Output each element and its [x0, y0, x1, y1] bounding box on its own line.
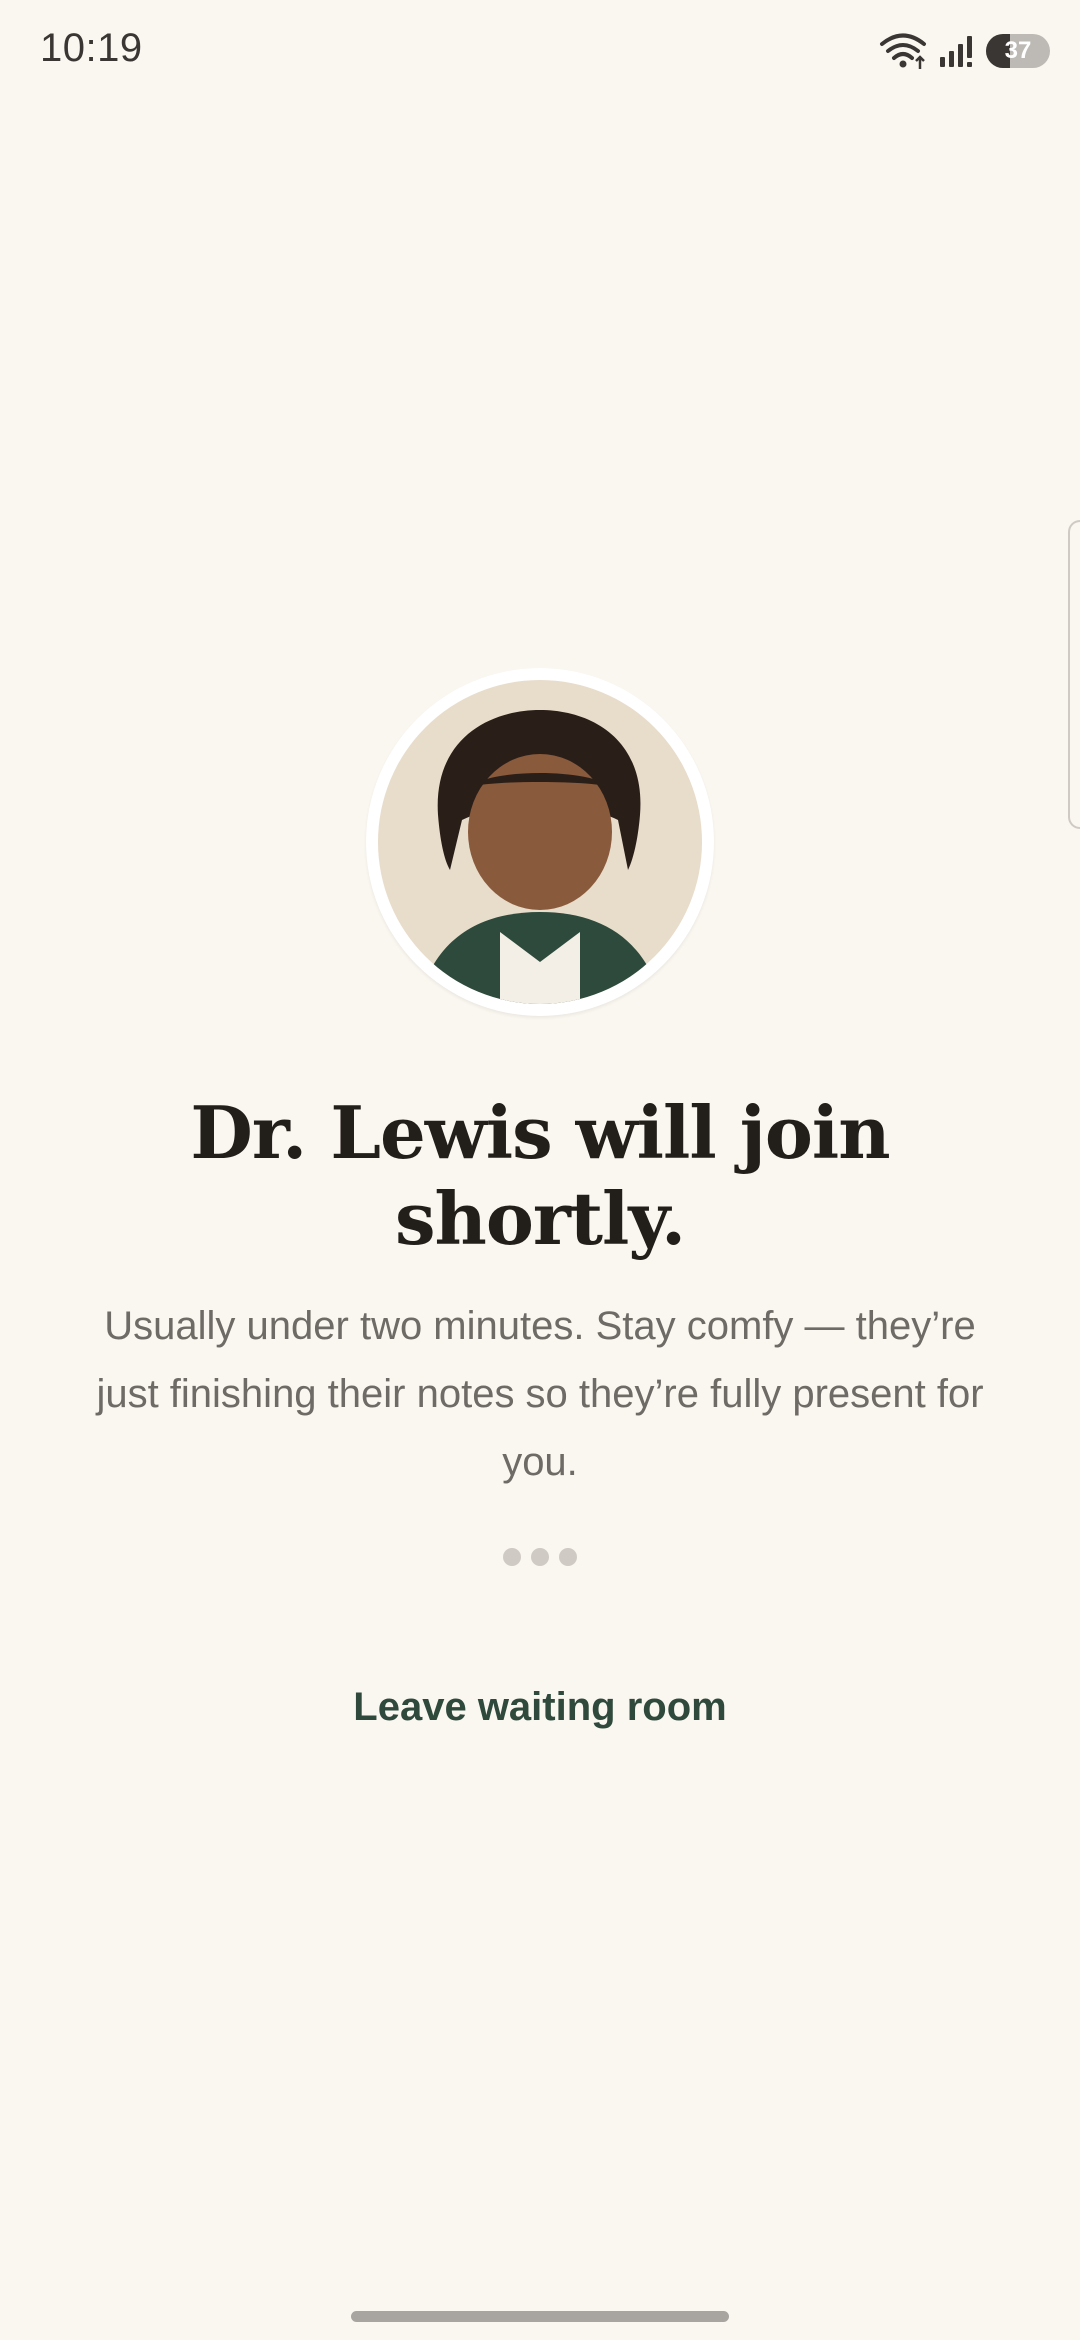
home-indicator[interactable]: [351, 2311, 729, 2322]
battery-icon: 37: [986, 34, 1050, 68]
wifi-icon: [878, 31, 928, 71]
battery-level: 37: [1004, 37, 1032, 64]
doctor-avatar: [366, 668, 714, 1016]
status-bar: 10:19 37: [0, 0, 1080, 100]
leave-waiting-room-button[interactable]: Leave waiting room: [300, 1672, 780, 1742]
loading-dot: [503, 1548, 521, 1566]
page-title: Dr. Lewis will join shortly.: [190, 1090, 890, 1261]
side-edge-handle[interactable]: [1068, 520, 1080, 829]
status-time: 10:19: [40, 26, 143, 70]
loading-dot: [531, 1548, 549, 1566]
typing-dots-icon: [0, 1548, 1080, 1566]
status-icons: 37: [878, 30, 1050, 72]
loading-dot: [559, 1548, 577, 1566]
signal-icon: [938, 33, 976, 69]
doctor-avatar-illustration: [378, 680, 702, 1004]
page-subtitle: Usually under two minutes. Stay comfy — …: [96, 1304, 984, 1484]
